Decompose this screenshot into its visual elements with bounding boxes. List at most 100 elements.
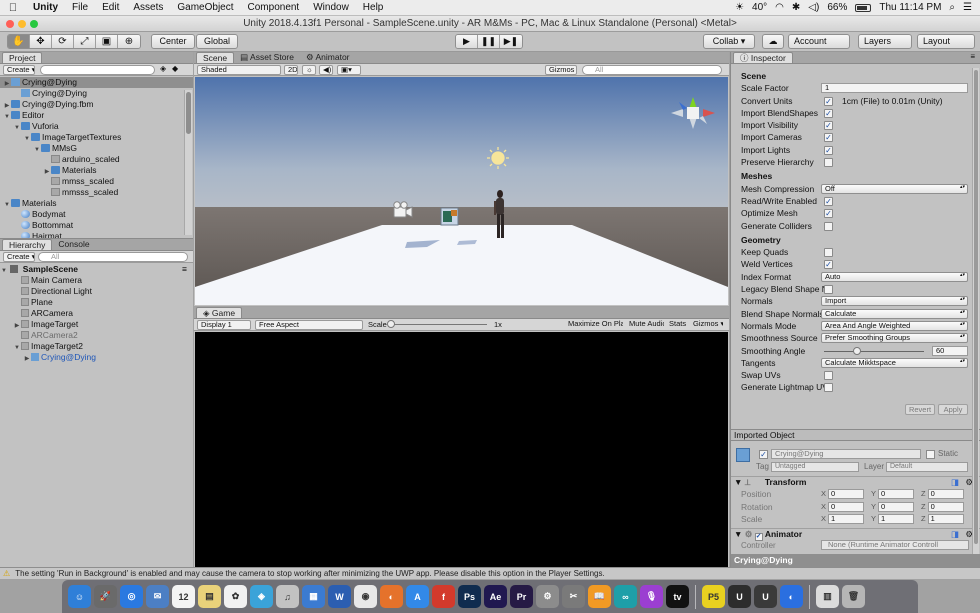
setting-checkbox[interactable]: ✓ [824, 133, 833, 143]
dock-app-icon[interactable]: Ps [458, 585, 481, 608]
setting-dropdown[interactable]: Area And Angle Weighted [821, 320, 968, 331]
smoothing-slider-track[interactable] [824, 350, 924, 352]
dock-app-icon[interactable]: P5 [702, 585, 725, 608]
apple-icon[interactable]:  [0, 2, 26, 14]
layout-dropdown[interactable]: Layout [917, 34, 975, 49]
mute-audio-toggle[interactable]: Mute Audio [626, 320, 664, 330]
setting-checkbox[interactable] [824, 248, 833, 258]
scene-gizmos-dropdown[interactable]: Gizmos ▾ [545, 65, 577, 75]
menu-assets[interactable]: Assets [126, 2, 170, 13]
battery-icon[interactable] [855, 3, 872, 12]
menu-unity[interactable]: Unity [26, 2, 65, 13]
dock-app-icon[interactable]: Ae [484, 585, 507, 608]
tab-scene[interactable]: Scene [196, 52, 235, 63]
dock-app-icon[interactable]: ♫ [276, 585, 299, 608]
transform-header[interactable]: ▼ ⟂ Transform ◨ ⚙ [731, 476, 980, 487]
setting-checkbox[interactable]: ✓ [824, 96, 833, 106]
maximize-on-play-toggle[interactable]: Maximize On Play [565, 320, 623, 330]
hierarchy-item[interactable]: Plane [0, 297, 193, 308]
setting-checkbox[interactable]: ✓ [824, 196, 833, 206]
project-scroll-thumb[interactable] [186, 92, 191, 134]
dock-app-icon[interactable]: ◐ [380, 585, 403, 608]
tab-game[interactable]: ◈ Game [196, 307, 243, 318]
project-item[interactable]: ▼ Editor [0, 110, 193, 121]
spotlight-icon[interactable]: ⌕ [949, 2, 955, 13]
transform-position-x-input[interactable]: 0 [828, 489, 865, 499]
transform-help-icon[interactable]: ◨ [951, 477, 959, 488]
dock-app-icon[interactable]: 🚀 [94, 585, 117, 608]
setting-dropdown[interactable]: Off [821, 183, 968, 194]
setting-dropdown[interactable]: Import [821, 296, 968, 307]
dock-app-icon[interactable]: ◉ [354, 585, 377, 608]
animator-expand-icon[interactable]: ▼ [734, 529, 745, 539]
bluetooth-icon[interactable]: ✱ [792, 2, 800, 13]
animator-header[interactable]: ▼ ⚙ ✓ Animator ◨ ⚙ [731, 528, 980, 541]
close-window-button[interactable] [6, 20, 14, 28]
hand-tool-icon[interactable]: ✋ [8, 35, 30, 48]
dock-app-icon[interactable]: 📖 [588, 585, 611, 608]
hierarchy-item[interactable]: ▶ Crying@Dying [0, 352, 193, 363]
dock-app-icon[interactable]: ✿ [224, 585, 247, 608]
rotate-tool-icon[interactable]: ⟳ [52, 35, 74, 48]
filter-icon[interactable]: ◈ [160, 64, 166, 73]
weather-temp[interactable]: 40° [752, 2, 767, 13]
scene-menu-icon[interactable]: ≡ [182, 264, 187, 275]
revert-button[interactable]: Revert [905, 404, 935, 415]
transform-rotation-z-input[interactable]: 0 [927, 501, 964, 512]
dock-app-icon[interactable]: ✉ [146, 585, 169, 608]
play-icon[interactable]: ▶ [456, 35, 478, 48]
project-item[interactable]: Bodymat [0, 209, 193, 220]
dock-app-icon[interactable]: ✂ [562, 585, 585, 608]
zoom-window-button[interactable] [30, 20, 38, 28]
smoothing-angle-input[interactable]: 60 [932, 345, 968, 356]
tab-hierarchy[interactable]: Hierarchy [2, 239, 53, 250]
setting-checkbox[interactable] [824, 285, 833, 295]
game-viewport[interactable] [195, 332, 728, 567]
project-create-button[interactable]: Create ▾ [3, 65, 35, 75]
lighting-toggle-icon[interactable]: ☼ [302, 65, 316, 75]
dock-app-icon[interactable]: U [728, 585, 751, 608]
project-scrollbar[interactable] [184, 90, 192, 235]
account-dropdown[interactable]: Account [788, 34, 850, 49]
transform-scale-x-input[interactable]: 1 [828, 514, 865, 524]
clock[interactable]: Thu 11:14 PM [879, 2, 941, 13]
display-dropdown[interactable]: Display 1 [197, 320, 251, 330]
layers-dropdown[interactable]: Layers [858, 34, 912, 49]
aspect-dropdown[interactable]: Free Aspect [255, 320, 363, 330]
minimize-window-button[interactable] [18, 20, 26, 28]
hierarchy-item[interactable]: ▼ ImageTarget2 [0, 341, 193, 352]
stats-toggle[interactable]: Stats [666, 320, 688, 330]
2d-toggle[interactable]: 2D [284, 65, 298, 75]
project-item[interactable]: Bottommat [0, 220, 193, 231]
dock-app-icon[interactable]: ▤ [198, 585, 221, 608]
project-item[interactable]: arduino_scaled [0, 154, 193, 165]
transform-rotation-x-input[interactable]: 0 [828, 501, 865, 512]
setting-checkbox[interactable]: ✓ [824, 108, 833, 118]
project-item[interactable]: Crying@Dying [0, 88, 193, 99]
dock-app-icon[interactable]: 12 [172, 585, 195, 608]
scale-tool-icon[interactable]: ⤢ [74, 35, 96, 48]
dock-app-icon[interactable]: ▥ [816, 585, 839, 608]
hierarchy-create-button[interactable]: Create ▾ [3, 252, 35, 262]
pivot-center-button[interactable]: Center [151, 34, 195, 49]
smoothing-slider-thumb[interactable] [853, 346, 861, 355]
inspector-scroll-thumb[interactable] [974, 70, 978, 544]
scale-slider-track[interactable] [389, 324, 487, 325]
tab-inspector[interactable]: ⓘ Inspector [733, 52, 793, 63]
project-item[interactable]: ▼ ImageTargetTextures [0, 132, 193, 143]
wifi-icon[interactable]: ◠ [775, 2, 784, 13]
hierarchy-search-input[interactable]: All [38, 252, 188, 262]
dock-app-icon[interactable]: Pr [510, 585, 533, 608]
menu-gameobject[interactable]: GameObject [170, 2, 240, 13]
hierarchy-item[interactable]: ARCamera [0, 308, 193, 319]
dock-app-icon[interactable]: W [328, 585, 351, 608]
inspector-menu-icon[interactable]: ≡ [970, 52, 975, 61]
label-icon[interactable]: ◆ [172, 64, 178, 73]
status-bar[interactable]: ⚠ The setting 'Run in Background' is ena… [0, 567, 980, 579]
scale-slider-thumb[interactable] [387, 320, 395, 328]
game-gizmos-dropdown[interactable]: Gizmos ▾ [690, 320, 723, 330]
setting-checkbox[interactable] [824, 383, 833, 393]
shading-mode-dropdown[interactable]: Shaded [197, 65, 281, 75]
animator-enabled-checkbox[interactable]: ✓ [754, 533, 763, 541]
transform-tool-icon[interactable]: ⊕ [118, 35, 140, 48]
